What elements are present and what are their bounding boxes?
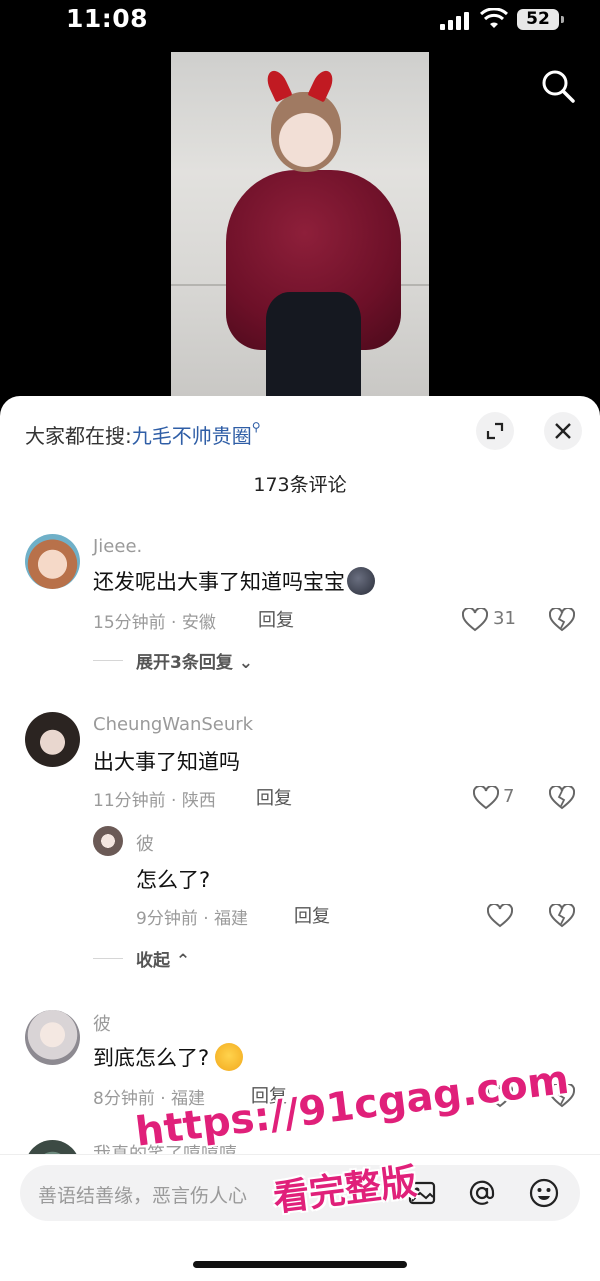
comment-username[interactable]: Jieee. xyxy=(93,536,142,557)
trending-prefix: 大家都在搜: xyxy=(25,424,132,448)
signal-icon xyxy=(440,12,469,30)
reply-text: 怎么了? xyxy=(136,868,211,892)
like-count: 31 xyxy=(493,608,516,629)
search-icon[interactable] xyxy=(538,66,578,106)
collapse-replies-button[interactable]: 收起 ⌃ xyxy=(136,946,190,971)
avatar[interactable] xyxy=(25,712,80,767)
chevron-up-icon: ⌃ xyxy=(175,951,191,971)
figure-skirt xyxy=(266,292,361,396)
comment-username[interactable]: CheungWanSeurk xyxy=(93,714,253,735)
expand-button[interactable] xyxy=(476,412,514,450)
expand-replies-button[interactable]: 展开3条回复 ⌄ xyxy=(136,648,253,673)
figure-head xyxy=(271,92,341,172)
heart-icon[interactable] xyxy=(487,904,513,928)
emoji-icon[interactable] xyxy=(528,1177,560,1209)
comment-text-content: 还发呢出大事了知道吗宝宝 xyxy=(93,570,345,594)
comment-meta: 15分钟前 · 安徽 xyxy=(93,613,216,633)
status-bar: 11:08 52 xyxy=(0,0,600,44)
comment-meta: 11分钟前 · 陕西 xyxy=(93,791,216,811)
trending-search[interactable]: 大家都在搜:九毛不帅贵圈⚲ xyxy=(25,420,261,449)
comment-input-placeholder: 善语结善缘，恶言伤人心 xyxy=(38,1185,248,1207)
reply-button[interactable]: 回复 xyxy=(258,606,294,632)
comment-text: 到底怎么了? xyxy=(93,1042,244,1072)
trending-term[interactable]: 九毛不帅贵圈 xyxy=(132,424,252,448)
avatar[interactable] xyxy=(25,1010,80,1065)
status-time: 11:08 xyxy=(66,4,149,33)
small-search-icon: ⚲ xyxy=(251,420,261,434)
reply-button[interactable]: 回复 xyxy=(256,784,292,810)
chevron-down-icon: ⌄ xyxy=(238,653,254,673)
right-horn xyxy=(307,67,337,103)
heart-icon[interactable] xyxy=(473,786,499,810)
comment-count: 173条评论 xyxy=(253,474,347,496)
reply-username[interactable]: 彼 xyxy=(136,830,154,856)
moon-emoji-icon xyxy=(347,567,375,595)
reply-button[interactable]: 回复 xyxy=(294,902,330,928)
home-indicator[interactable] xyxy=(193,1261,407,1268)
expand-icon xyxy=(486,422,504,440)
heart-icon[interactable] xyxy=(462,608,488,632)
broken-heart-icon[interactable] xyxy=(549,786,575,810)
battery-indicator: 52 xyxy=(517,9,564,30)
expand-replies-label: 展开3条回复 xyxy=(136,653,233,673)
close-button[interactable] xyxy=(544,412,582,450)
comment-username[interactable]: 彼 xyxy=(93,1010,111,1036)
at-mention-icon[interactable] xyxy=(466,1177,498,1209)
comment-text-content: 到底怎么了? xyxy=(93,1046,210,1070)
wifi-icon xyxy=(480,8,508,28)
close-icon xyxy=(555,423,571,439)
avatar[interactable] xyxy=(93,826,123,856)
divider-dash xyxy=(93,660,123,661)
comment-text: 出大事了知道吗 xyxy=(93,750,240,774)
video-preview[interactable] xyxy=(171,52,429,396)
collapse-replies-label: 收起 xyxy=(136,951,170,971)
comment-sheet: 大家都在搜:九毛不帅贵圈⚲ 173条评论 Jieee. 还发呢出大事了知道吗宝宝… xyxy=(0,396,600,1281)
reply-meta: 9分钟前 · 福建 xyxy=(136,909,249,929)
pleading-face-emoji-icon xyxy=(215,1043,244,1071)
divider-dash xyxy=(93,958,123,959)
broken-heart-icon[interactable] xyxy=(549,608,575,632)
like-count: 7 xyxy=(503,786,515,807)
comment-text: 还发呢出大事了知道吗宝宝 xyxy=(93,566,375,596)
avatar[interactable] xyxy=(25,534,80,589)
broken-heart-icon[interactable] xyxy=(549,904,575,928)
